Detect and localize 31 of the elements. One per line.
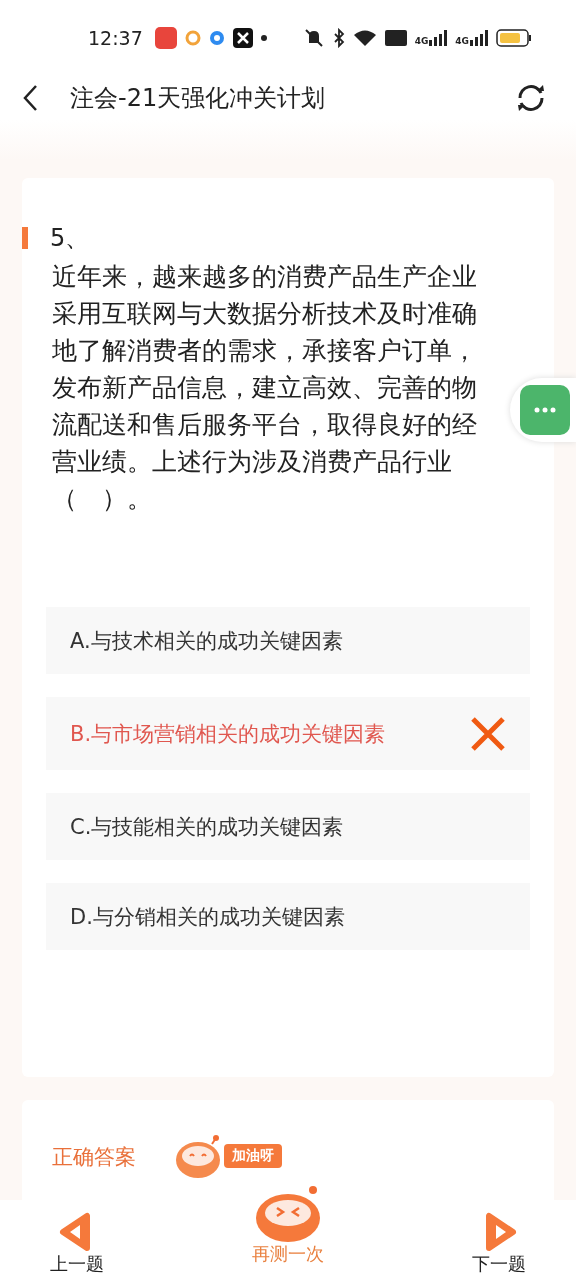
accent-bar (22, 227, 28, 249)
chat-button[interactable] (510, 378, 576, 442)
question-number: 5、 (50, 223, 90, 254)
status-time: 12:37 (88, 27, 143, 49)
battery-icon (496, 29, 532, 47)
answer-title: 正确答案 (52, 1144, 136, 1171)
question-text: 近年来，越来越多的消费产品生产企业采用互联网与大数据分析技术及时准确地了解消费者的需求，承接客户订单，发布新产品信息，建立高效、完善的物流配送和售后服务平台，取得良好的经营业绩。上述行为涉及消费产品行业（ ）。 (52, 261, 478, 515)
app-icon (208, 30, 225, 46)
next-button[interactable]: 下一题 (472, 1212, 526, 1276)
app-icon (232, 28, 253, 48)
network-label: 4G (414, 36, 429, 46)
answer-option[interactable]: B.与市场营销相关的成功关键因素 (46, 697, 530, 770)
dot-icon (260, 35, 267, 41)
mascot-drawing (253, 1186, 323, 1242)
more-icon (520, 385, 570, 435)
mute-icon (302, 28, 325, 48)
answer-option[interactable]: A.与技术相关的成功关键因素 (46, 607, 530, 674)
page-title: 注会-21天强化冲关计划 (70, 83, 326, 114)
network-label: 4G (455, 36, 469, 46)
back-icon[interactable] (22, 84, 38, 112)
speech-bubble: 加油呀 (224, 1144, 282, 1168)
wifi-icon (352, 29, 377, 47)
app-icon (184, 30, 201, 46)
previous-button[interactable]: 上一题 (50, 1212, 104, 1276)
answer-option[interactable]: D.与分销相关的成功关键因素 (46, 883, 530, 950)
answer-option[interactable]: C.与技能相关的成功关键因素 (46, 793, 530, 860)
signal-icon (429, 30, 448, 46)
cross-icon (470, 715, 506, 752)
bluetooth-icon (332, 28, 345, 48)
app-icon (154, 27, 177, 49)
signal-icon (470, 30, 488, 46)
